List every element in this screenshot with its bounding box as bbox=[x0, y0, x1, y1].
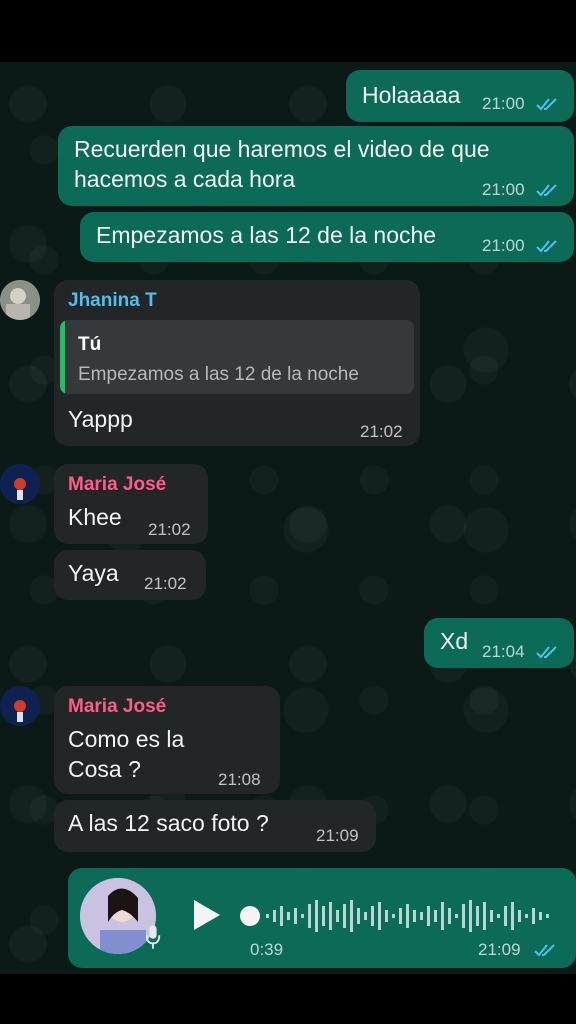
message-text: Xd bbox=[440, 628, 469, 654]
double-check-read-icon bbox=[536, 98, 557, 111]
chat-area[interactable]: Holaaaaa 21:00 Recuerden que haremos el … bbox=[0, 62, 576, 974]
message-time: 21:09 bbox=[316, 826, 359, 845]
message-text: Yaya bbox=[68, 560, 119, 586]
message-text: A las 12 saco foto ? bbox=[68, 810, 269, 836]
double-check-read-icon bbox=[536, 184, 557, 197]
message-text: Recuerden que haremos el video de que ha… bbox=[74, 136, 490, 192]
avatar-photo bbox=[0, 686, 40, 726]
message-time: 21:00 bbox=[482, 94, 525, 113]
message-time: 21:00 bbox=[482, 180, 525, 199]
message-bubble-incoming[interactable]: Yaya 21:02 bbox=[54, 550, 206, 600]
message-time: 21:02 bbox=[144, 574, 187, 593]
quoted-message[interactable]: Tú Empezamos a las 12 de la noche bbox=[60, 320, 414, 394]
avatar-photo bbox=[0, 280, 40, 320]
sender-name: Jhanina T bbox=[68, 290, 157, 311]
voice-progress-knob[interactable] bbox=[240, 906, 260, 926]
microphone-icon bbox=[145, 925, 161, 949]
message-text: Como es la Cosa ? bbox=[68, 726, 185, 782]
message-time: 21:02 bbox=[360, 422, 403, 441]
message-time: 21:08 bbox=[218, 770, 261, 789]
double-check-read-icon bbox=[536, 240, 557, 253]
avatar[interactable] bbox=[0, 280, 40, 320]
quote-author: Tú bbox=[78, 334, 102, 355]
message-text: Khee bbox=[68, 504, 122, 530]
play-icon[interactable] bbox=[192, 898, 222, 932]
double-check-read-icon bbox=[536, 646, 557, 659]
quote-text: Empezamos a las 12 de la noche bbox=[78, 364, 359, 385]
quote-accent-bar bbox=[60, 320, 65, 394]
message-bubble-outgoing[interactable]: Recuerden que haremos el video de que ha… bbox=[58, 126, 574, 206]
sender-name: Maria José bbox=[68, 474, 167, 495]
message-text: Empezamos a las 12 de la noche bbox=[96, 222, 437, 248]
message-time: 21:04 bbox=[482, 642, 525, 661]
voice-message-bubble[interactable]: 0:39 21:09 bbox=[68, 868, 576, 968]
message-bubble-incoming[interactable]: Maria José Como es la Cosa ? 21:08 bbox=[54, 686, 280, 794]
message-text: Holaaaaa bbox=[362, 82, 461, 108]
avatar-photo bbox=[0, 464, 40, 504]
sender-name: Maria José bbox=[68, 696, 167, 717]
message-time: 21:02 bbox=[148, 520, 191, 539]
voice-duration: 0:39 bbox=[250, 940, 284, 959]
message-bubble-incoming[interactable]: Jhanina T Tú Empezamos a las 12 de la no… bbox=[54, 280, 420, 446]
voice-waveform[interactable] bbox=[264, 896, 554, 936]
avatar[interactable] bbox=[0, 464, 40, 504]
message-time: 21:00 bbox=[482, 236, 525, 255]
message-bubble-outgoing[interactable]: Empezamos a las 12 de la noche 21:00 bbox=[80, 212, 574, 262]
message-bubble-incoming[interactable]: Maria José Khee 21:02 bbox=[54, 464, 208, 544]
message-bubble-incoming[interactable]: A las 12 saco foto ? 21:09 bbox=[54, 800, 376, 852]
double-check-read-icon bbox=[534, 944, 555, 957]
message-text: Yappp bbox=[68, 406, 133, 432]
message-bubble-outgoing[interactable]: Xd 21:04 bbox=[424, 618, 574, 668]
message-bubble-outgoing[interactable]: Holaaaaa 21:00 bbox=[346, 70, 574, 122]
message-time: 21:09 bbox=[478, 940, 521, 959]
avatar[interactable] bbox=[0, 686, 40, 726]
